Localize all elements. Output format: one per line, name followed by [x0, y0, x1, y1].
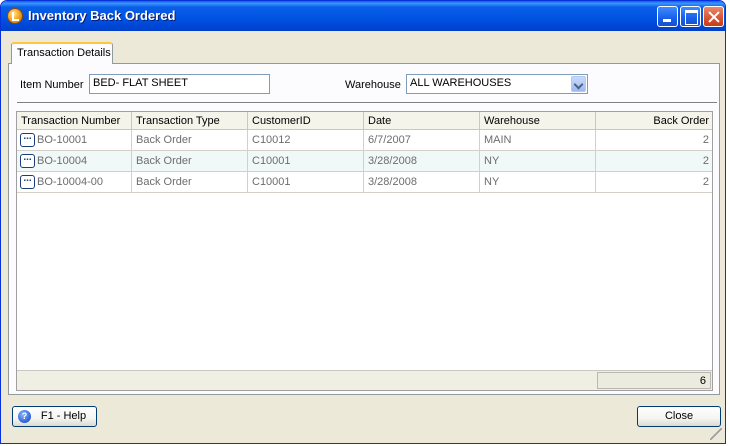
cell-back-order: 2: [702, 176, 709, 188]
column-header-back-order[interactable]: Back Order: [596, 112, 712, 130]
window-title: Inventory Back Ordered: [28, 8, 176, 23]
column-header-warehouse[interactable]: Warehouse: [480, 112, 596, 130]
warehouse-label: Warehouse: [345, 79, 401, 91]
column-header-transaction-number[interactable]: Transaction Number: [17, 112, 132, 130]
inventory-back-ordered-window: Inventory Back Ordered Transaction Detai…: [0, 0, 726, 444]
help-button[interactable]: ? F1 - Help: [12, 406, 97, 427]
grid-header: Transaction Number Transaction Type Cust…: [17, 112, 712, 130]
item-number-label: Item Number: [20, 79, 84, 91]
close-button[interactable]: Close: [637, 406, 721, 427]
separator: [17, 102, 717, 104]
table-row[interactable]: ... BO-10004-00 Back Order C10001 3/28/2…: [17, 172, 712, 193]
warehouse-select[interactable]: ALL WAREHOUSES: [406, 74, 588, 94]
more-icon[interactable]: ...: [20, 132, 35, 147]
app-icon: [7, 8, 23, 24]
title-bar[interactable]: Inventory Back Ordered: [1, 1, 725, 31]
cell-date: 3/28/2008: [364, 151, 480, 171]
table-row[interactable]: ... BO-10001 Back Order C10012 6/7/2007 …: [17, 130, 712, 151]
chevron-down-icon[interactable]: [571, 76, 586, 92]
table-row[interactable]: ... BO-10004 Back Order C10001 3/28/2008…: [17, 151, 712, 172]
cell-transaction-type: Back Order: [132, 151, 248, 171]
more-icon[interactable]: ...: [20, 153, 35, 168]
cell-customer-id: C10001: [248, 151, 364, 171]
column-header-customer-id[interactable]: CustomerID: [248, 112, 364, 130]
cell-customer-id: C10001: [248, 172, 364, 192]
item-number-field[interactable]: BED- FLAT SHEET: [89, 74, 270, 94]
resize-grip-icon[interactable]: [710, 428, 722, 440]
grid-footer: 6: [17, 370, 712, 390]
cell-date: 3/28/2008: [364, 172, 480, 192]
column-header-date[interactable]: Date: [364, 112, 480, 130]
tab-transaction-details[interactable]: Transaction Details: [11, 42, 113, 64]
cell-transaction-type: Back Order: [132, 130, 248, 150]
back-order-total: 6: [597, 372, 711, 389]
cell-transaction-number: ... BO-10001: [17, 130, 132, 150]
cell-date: 6/7/2007: [364, 130, 480, 150]
cell-warehouse: NY: [480, 151, 596, 171]
more-icon[interactable]: ...: [20, 174, 35, 189]
maximize-button[interactable]: [680, 6, 701, 27]
help-button-label: F1 - Help: [40, 410, 87, 422]
cell-back-order: 2: [702, 134, 709, 146]
cell-customer-id: C10012: [248, 130, 364, 150]
cell-back-order: 2: [702, 155, 709, 167]
column-header-transaction-type[interactable]: Transaction Type: [132, 112, 248, 130]
cell-warehouse: MAIN: [480, 130, 596, 150]
help-icon: ?: [18, 410, 31, 423]
cell-warehouse: NY: [480, 172, 596, 192]
minimize-button[interactable]: [657, 6, 678, 27]
close-window-button[interactable]: [703, 6, 724, 27]
transactions-grid: Transaction Number Transaction Type Cust…: [16, 111, 713, 391]
cell-transaction-number: ... BO-10004-00: [17, 172, 132, 192]
warehouse-select-value: ALL WAREHOUSES: [410, 77, 512, 89]
cell-transaction-type: Back Order: [132, 172, 248, 192]
cell-transaction-number: ... BO-10004: [17, 151, 132, 171]
